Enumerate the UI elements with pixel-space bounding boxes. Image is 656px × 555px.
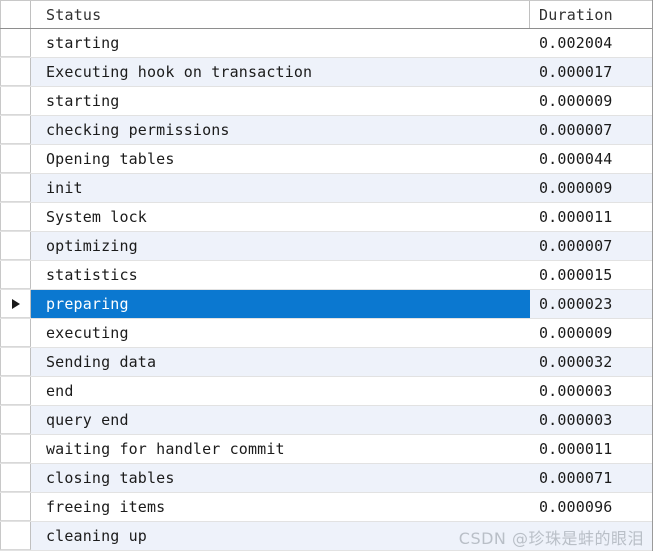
row-header-cell[interactable] (0, 29, 31, 57)
column-header-duration[interactable]: Duration (530, 1, 652, 28)
cell-status[interactable]: freeing items (31, 493, 530, 521)
cell-duration[interactable] (530, 522, 652, 550)
row-header-cell[interactable] (0, 116, 31, 144)
row-header-cell[interactable] (0, 290, 31, 318)
table-row[interactable]: checking permissions 0.000007 (0, 116, 652, 145)
cell-status[interactable]: preparing (31, 290, 530, 318)
row-header-cell[interactable] (0, 406, 31, 434)
table-row[interactable]: freeing items 0.000096 (0, 493, 652, 522)
column-header-status[interactable]: Status (31, 1, 530, 28)
cell-status[interactable]: checking permissions (31, 116, 530, 144)
table-row[interactable]: Opening tables 0.000044 (0, 145, 652, 174)
cell-status[interactable]: optimizing (31, 232, 530, 260)
result-grid[interactable]: Status Duration starting 0.002004 Executin… (0, 0, 656, 555)
table-row[interactable]: starting 0.000009 (0, 87, 652, 116)
table-row[interactable]: Executing hook on transaction 0.000017 (0, 58, 652, 87)
cell-status[interactable]: starting (31, 29, 530, 57)
row-header-cell[interactable] (0, 493, 31, 521)
row-header-cell[interactable] (0, 203, 31, 231)
table-row[interactable]: closing tables 0.000071 (0, 464, 652, 493)
cell-duration[interactable]: 0.000009 (530, 87, 652, 115)
cell-status[interactable]: waiting for handler commit (31, 435, 530, 463)
cell-duration[interactable]: 0.000096 (530, 493, 652, 521)
table-header-row: Status Duration (0, 0, 652, 29)
row-header-cell[interactable] (0, 319, 31, 347)
row-header-cell[interactable] (0, 522, 31, 550)
table-row[interactable]: Sending data 0.000032 (0, 348, 652, 377)
row-header-cell[interactable] (0, 232, 31, 260)
cell-duration[interactable]: 0.000032 (530, 348, 652, 376)
table-row[interactable]: query end 0.000003 (0, 406, 652, 435)
cell-duration[interactable]: 0.000009 (530, 174, 652, 202)
table-row[interactable]: optimizing 0.000007 (0, 232, 652, 261)
table-row[interactable]: end 0.000003 (0, 377, 652, 406)
table-row[interactable]: cleaning up (0, 522, 652, 551)
cell-status[interactable]: init (31, 174, 530, 202)
cell-duration[interactable]: 0.000007 (530, 232, 652, 260)
cell-status[interactable]: starting (31, 87, 530, 115)
cell-status[interactable]: Executing hook on transaction (31, 58, 530, 86)
row-header-cell[interactable] (0, 87, 31, 115)
cell-duration[interactable]: 0.000009 (530, 319, 652, 347)
table-row[interactable]: System lock 0.000011 (0, 203, 652, 232)
table-body: starting 0.002004 Executing hook on transa… (0, 29, 652, 551)
cell-duration[interactable]: 0.000003 (530, 377, 652, 405)
row-header-cell[interactable] (0, 377, 31, 405)
row-header-cell[interactable] (0, 464, 31, 492)
row-header-cell[interactable] (0, 58, 31, 86)
cell-duration[interactable]: 0.000017 (530, 58, 652, 86)
cell-duration[interactable]: 0.000023 (530, 290, 652, 318)
cell-duration[interactable]: 0.000011 (530, 435, 652, 463)
row-header-cell[interactable] (0, 261, 31, 289)
cell-status[interactable]: cleaning up (31, 522, 530, 550)
cell-status[interactable]: statistics (31, 261, 530, 289)
cell-duration[interactable]: 0.000044 (530, 145, 652, 173)
row-header-cell[interactable] (0, 145, 31, 173)
cell-status[interactable]: Opening tables (31, 145, 530, 173)
cell-duration[interactable]: 0.002004 (530, 29, 652, 57)
cell-status[interactable]: System lock (31, 203, 530, 231)
table-row[interactable]: executing 0.000009 (0, 319, 652, 348)
table-row[interactable]: starting 0.002004 (0, 29, 652, 58)
result-grid-inner: Status Duration starting 0.002004 Executin… (0, 0, 653, 551)
cell-duration[interactable]: 0.000071 (530, 464, 652, 492)
cell-duration[interactable]: 0.000003 (530, 406, 652, 434)
cell-duration[interactable]: 0.000015 (530, 261, 652, 289)
cell-status[interactable]: query end (31, 406, 530, 434)
row-header-cell[interactable] (0, 435, 31, 463)
current-row-arrow-icon (12, 298, 20, 309)
table-row[interactable]: init 0.000009 (0, 174, 652, 203)
cell-duration[interactable]: 0.000007 (530, 116, 652, 144)
table-row[interactable]: statistics 0.000015 (0, 261, 652, 290)
row-header-cell[interactable] (0, 348, 31, 376)
table-row[interactable]: waiting for handler commit 0.000011 (0, 435, 652, 464)
row-header-cell[interactable] (0, 174, 31, 202)
cell-status[interactable]: Sending data (31, 348, 530, 376)
row-header-gutter-header (0, 1, 31, 28)
cell-status[interactable]: end (31, 377, 530, 405)
table-row[interactable]: preparing 0.000023 (0, 290, 652, 319)
cell-status[interactable]: closing tables (31, 464, 530, 492)
cell-duration[interactable]: 0.000011 (530, 203, 652, 231)
cell-status[interactable]: executing (31, 319, 530, 347)
